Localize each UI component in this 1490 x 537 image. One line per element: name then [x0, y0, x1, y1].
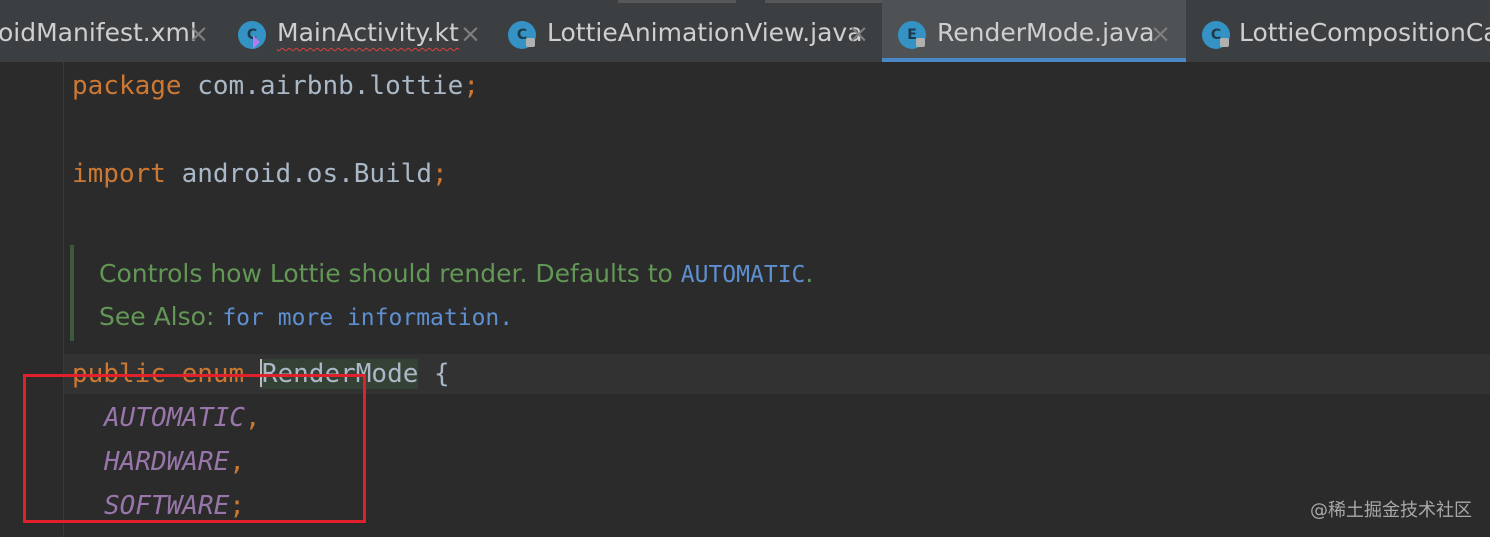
watermark: @稀土掘金技术社区 — [1310, 500, 1472, 521]
tab-lottie-composition-cache[interactable]: C LottieCompositionCac — [1186, 0, 1490, 62]
red-annotation-box — [23, 374, 366, 523]
close-icon[interactable]: × — [460, 19, 481, 48]
tab-label: LottieCompositionCac — [1239, 18, 1490, 47]
tab-label: MainActivity.kt — [277, 18, 459, 47]
doc-line-see-also: See Also: for more information. — [99, 302, 514, 331]
editor-tab-bar: oidManifest.xml × C MainActivity.kt × C … — [0, 0, 1490, 63]
close-icon[interactable]: × — [1150, 19, 1171, 48]
doc-line-summary: Controls how Lottie should render. Defau… — [99, 259, 814, 288]
tab-label: LottieAnimationView.java — [547, 18, 863, 47]
tab-android-manifest[interactable]: oidManifest.xml × — [0, 0, 222, 62]
tab-lottie-animation-view[interactable]: C LottieAnimationView.java × — [490, 0, 882, 62]
tab-label: oidManifest.xml — [0, 18, 197, 47]
code-line-import: import android.os.Build; — [72, 159, 448, 189]
doc-link-more-info[interactable]: for more information. — [222, 305, 513, 331]
code-line-package: package com.airbnb.lottie; — [72, 71, 479, 101]
tab-render-mode[interactable]: E RenderMode.java × — [882, 0, 1186, 62]
doc-link-automatic[interactable]: AUTOMATIC — [681, 262, 806, 288]
java-class-icon: C — [508, 21, 536, 49]
close-icon[interactable]: × — [188, 19, 209, 48]
code-editor[interactable]: package com.airbnb.lottie; import androi… — [0, 62, 1490, 537]
java-enum-icon: E — [898, 21, 926, 49]
kotlin-class-icon: C — [238, 21, 266, 49]
close-icon[interactable]: × — [848, 19, 869, 48]
tab-main-activity[interactable]: C MainActivity.kt × — [222, 0, 490, 62]
java-class-icon: C — [1202, 21, 1230, 49]
tab-label: RenderMode.java — [937, 18, 1155, 47]
